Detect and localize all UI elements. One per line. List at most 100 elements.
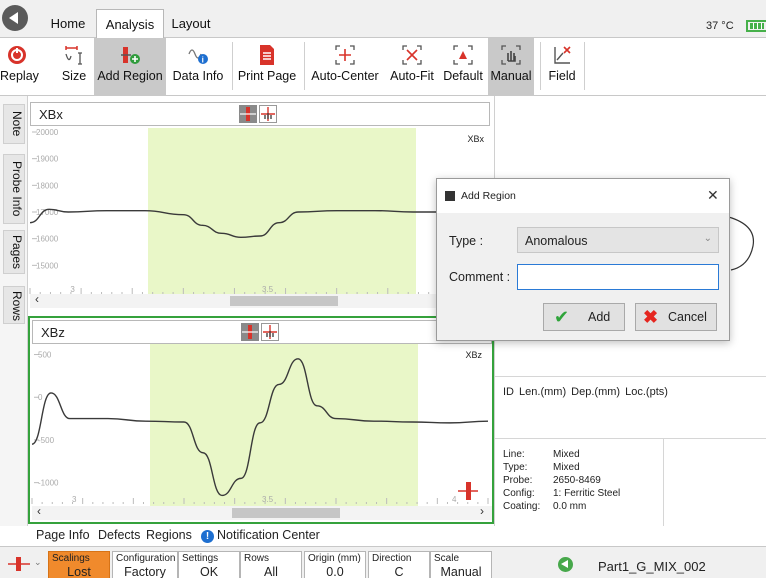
- size-icon: [65, 46, 82, 65]
- status-scale[interactable]: Scale Manual: [430, 551, 492, 578]
- svg-text:i: i: [202, 56, 204, 65]
- app-icon: [445, 191, 455, 201]
- field-icon: [554, 46, 571, 64]
- tab-page-info[interactable]: Page Info: [36, 528, 90, 542]
- status-origin[interactable]: Origin (mm) 0.0: [304, 551, 366, 578]
- auto-center-button[interactable]: Auto-Center: [310, 38, 380, 96]
- ribbon-divider: [304, 42, 305, 90]
- cancel-button-label: Cancel: [668, 310, 707, 324]
- add-region-button[interactable]: Add Region: [94, 38, 166, 96]
- chart-plot-area[interactable]: XBz 500 0 -500 -1000 3 3.5 4: [30, 344, 492, 508]
- scroll-thumb[interactable]: [230, 296, 338, 306]
- tab-regions[interactable]: Regions: [146, 528, 192, 542]
- chart-header: XBx: [30, 102, 490, 126]
- divider: [495, 376, 766, 377]
- chart-corner-label: XBz: [465, 350, 482, 360]
- auto-center-label: Auto-Center: [311, 69, 379, 83]
- side-tab-probe-info[interactable]: Probe Info: [3, 154, 25, 224]
- chart-plot-area[interactable]: XBx20000190001800017000160001500033.54: [28, 128, 494, 298]
- replay-button[interactable]: Replay: [0, 38, 39, 96]
- dialog-title: Add Region: [461, 190, 516, 202]
- region-highlight: [148, 128, 416, 298]
- add-button-label: Add: [588, 310, 611, 324]
- close-icon[interactable]: ✕: [707, 187, 719, 204]
- divider: [495, 438, 766, 439]
- chart-corner-label: XBx: [467, 134, 484, 144]
- ribbon-divider: [540, 42, 541, 90]
- y-tick-label: 19000: [36, 155, 59, 164]
- analysis-ribbon: Replay Size Add Region i Data Info Print…: [0, 38, 766, 96]
- scroll-thumb[interactable]: [232, 508, 340, 518]
- status-configuration[interactable]: Configuration Factory: [112, 551, 178, 578]
- info-row-probe: Probe: 2650-8469: [503, 475, 601, 486]
- add-button[interactable]: ✔ Add: [543, 303, 625, 331]
- data-info-icon: i: [188, 49, 208, 65]
- ribbon-divider: [232, 42, 233, 90]
- data-info-label: Data Info: [172, 69, 224, 83]
- top-tab-bar: Home Analysis Layout 37 °C: [0, 0, 766, 38]
- side-tab-note[interactable]: Note: [3, 104, 25, 144]
- chart-header: XBz: [32, 320, 492, 344]
- tab-notification-center[interactable]: ! Notification Center: [201, 528, 326, 543]
- ribbon-divider: [584, 42, 585, 90]
- y-tick-label: 0: [38, 393, 43, 402]
- chart-xbz: XBz XBz 500 0 -500 -1000 3 3.5 4 ‹ ›: [28, 316, 494, 524]
- info-icon: !: [201, 530, 214, 543]
- status-settings[interactable]: Settings OK: [178, 551, 240, 578]
- status-scalings[interactable]: Scalings Lost: [48, 551, 110, 578]
- x-tick-label: 3: [70, 285, 75, 294]
- bottom-tab-bar: Page Info Defects Regions ! Notification …: [28, 526, 494, 546]
- file-name: Part1_G_MIX_002: [598, 559, 706, 574]
- scroll-right-icon[interactable]: ›: [480, 504, 484, 518]
- default-button[interactable]: Default: [440, 38, 486, 96]
- manual-button[interactable]: Manual: [488, 38, 534, 96]
- cancel-button[interactable]: ✖ Cancel: [635, 303, 717, 331]
- y-tick-label: 18000: [36, 181, 59, 190]
- region-tool-icon[interactable]: [241, 323, 259, 341]
- scroll-left-icon[interactable]: ‹: [37, 504, 41, 518]
- region-highlight: [150, 344, 418, 508]
- info-row-line: Line: Mixed: [503, 449, 580, 460]
- type-select[interactable]: Anomalous ⌄: [517, 227, 719, 253]
- play-file-icon[interactable]: [558, 557, 573, 572]
- status-rows[interactable]: Rows All: [240, 551, 302, 578]
- probe-icon[interactable]: [8, 556, 30, 572]
- pan-tool-icon[interactable]: [261, 323, 279, 341]
- replay-icon: [8, 46, 26, 64]
- pan-tool-icon[interactable]: [259, 105, 277, 123]
- comment-input[interactable]: [517, 264, 719, 290]
- chevron-down-icon[interactable]: ⌄: [34, 557, 42, 568]
- info-row-coating: Coating: 0.0 mm: [503, 501, 587, 512]
- type-label: Type :: [449, 234, 484, 248]
- y-tick-label: 500: [38, 351, 52, 360]
- print-page-icon: [260, 45, 274, 65]
- y-tick-label: -1000: [38, 479, 59, 488]
- region-tool-icon[interactable]: [239, 105, 257, 123]
- tab-analysis[interactable]: Analysis: [96, 9, 164, 38]
- tab-defects[interactable]: Defects: [98, 528, 140, 542]
- horizontal-scrollbar[interactable]: ‹ ›: [32, 504, 492, 520]
- print-page-button[interactable]: Print Page: [236, 38, 298, 96]
- side-tab-rows[interactable]: Rows: [3, 286, 25, 324]
- chart-title: XBz: [41, 325, 65, 340]
- replay-label: Replay: [0, 69, 39, 83]
- horizontal-scrollbar[interactable]: ‹: [30, 292, 490, 308]
- auto-fit-button[interactable]: Auto-Fit: [384, 38, 440, 96]
- field-button[interactable]: Field: [544, 38, 580, 96]
- tab-layout[interactable]: Layout: [166, 9, 216, 38]
- y-tick-label: 20000: [36, 128, 59, 137]
- default-label: Default: [443, 69, 483, 83]
- status-direction[interactable]: Direction C: [368, 551, 430, 578]
- tab-home[interactable]: Home: [40, 9, 96, 38]
- y-tick-label: 16000: [36, 235, 59, 244]
- auto-fit-label: Auto-Fit: [390, 69, 434, 83]
- scroll-left-icon[interactable]: ‹: [35, 292, 39, 306]
- back-icon[interactable]: [2, 5, 28, 31]
- divider: [663, 438, 664, 526]
- hand-icon: [501, 45, 521, 65]
- side-tab-pages[interactable]: Pages: [3, 230, 25, 274]
- data-info-button[interactable]: i Data Info: [170, 38, 226, 96]
- defect-columns-header: ID Len.(mm) Dep.(mm) Loc.(pts): [503, 386, 668, 398]
- size-button[interactable]: Size: [57, 38, 91, 96]
- x-tick-label: 3.5: [262, 285, 274, 294]
